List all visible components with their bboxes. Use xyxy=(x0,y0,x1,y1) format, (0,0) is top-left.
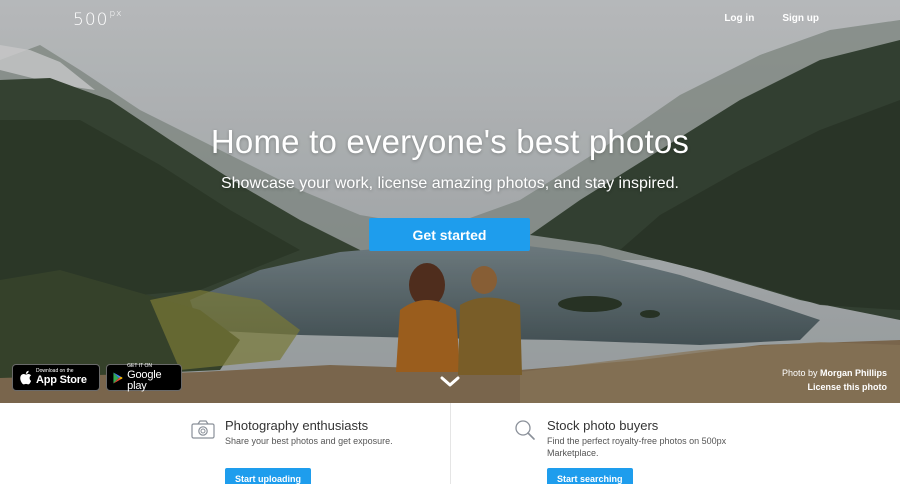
hero-overlay xyxy=(0,0,900,403)
feature-description: Find the perfect royalty-free photos on … xyxy=(547,435,726,459)
app-store-big-text: App Store xyxy=(36,374,87,386)
scroll-down-chevron-icon[interactable] xyxy=(440,375,460,389)
google-play-badge[interactable]: GET IT ON Google play xyxy=(106,362,182,392)
credit-prefix: Photo by xyxy=(781,368,818,378)
start-searching-button[interactable]: Start searching xyxy=(547,468,633,484)
features-divider xyxy=(450,403,451,484)
search-icon xyxy=(515,420,535,440)
feature-description-line: Find the perfect royalty-free photos on … xyxy=(547,436,727,446)
features-section: Photography enthusiasts Share your best … xyxy=(0,403,900,484)
hero-headline: Home to everyone's best photos xyxy=(210,123,690,160)
app-store-badge[interactable]: Download on the App Store xyxy=(12,364,100,391)
hero-subline: Showcase your work, license amazing phot… xyxy=(220,175,679,192)
feature-title: Stock photo buyers xyxy=(547,418,659,433)
credit-photographer-link[interactable]: Morgan Phillips xyxy=(820,368,887,378)
logo[interactable]: 500px xyxy=(73,9,123,30)
google-play-small-text: GET IT ON xyxy=(127,362,152,369)
google-play-icon xyxy=(113,371,123,384)
logo-sup: px xyxy=(109,9,123,20)
apple-icon xyxy=(20,370,32,385)
feature-description-line: Marketplace. xyxy=(547,448,599,458)
feature-title: Photography enthusiasts xyxy=(225,418,369,433)
get-started-button[interactable]: Get started xyxy=(369,218,530,251)
google-play-big-text: Google play xyxy=(127,368,162,392)
top-nav: Log in Sign up xyxy=(724,13,819,24)
logo-text: 500 xyxy=(73,10,109,30)
signup-link[interactable]: Sign up xyxy=(782,13,819,24)
hero-section: 500px Log in Sign up Home to everyone's … xyxy=(0,0,900,403)
start-uploading-button[interactable]: Start uploading xyxy=(225,468,311,484)
license-photo-link[interactable]: License this photo xyxy=(782,380,887,394)
camera-icon xyxy=(191,420,215,439)
login-link[interactable]: Log in xyxy=(724,13,754,24)
photo-credit: Photo by Morgan Phillips License this ph… xyxy=(782,366,887,394)
feature-description: Share your best photos and get exposure. xyxy=(225,436,393,446)
